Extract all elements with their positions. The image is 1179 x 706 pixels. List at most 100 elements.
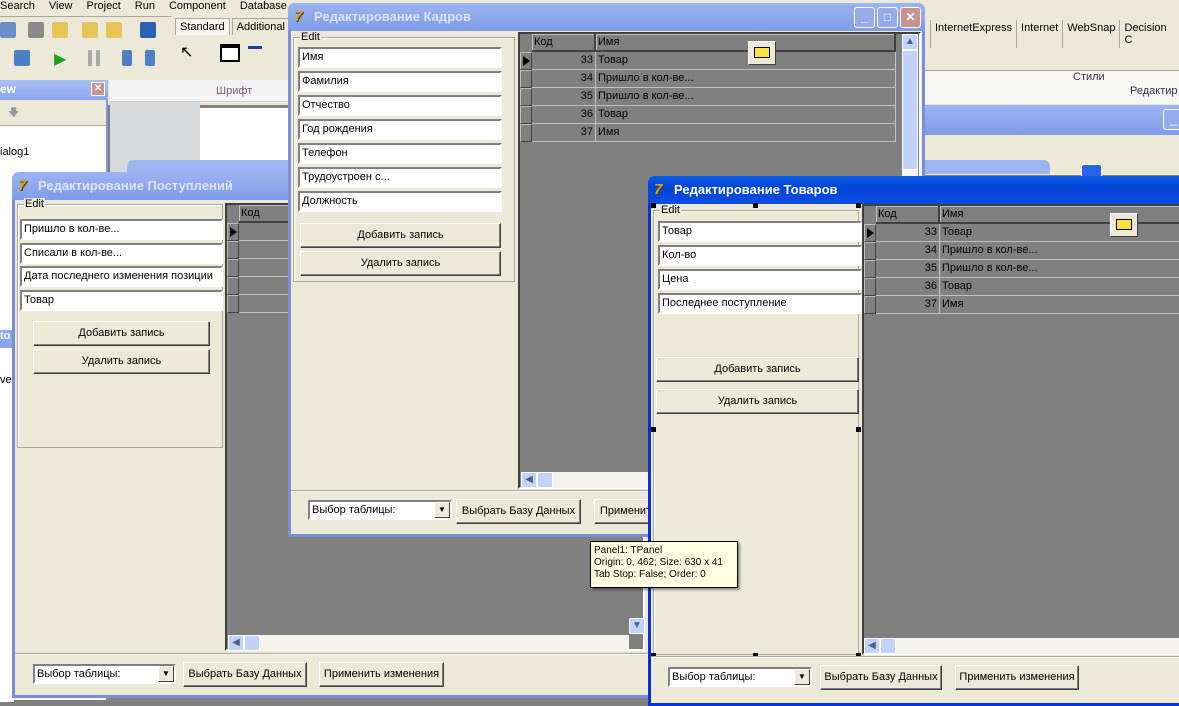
close-icon[interactable]: ✕ [91, 82, 105, 96]
menu-run[interactable]: Run [135, 0, 155, 14]
styles-label[interactable]: Стили [1073, 71, 1105, 83]
pointer-icon[interactable]: ↖ [180, 42, 193, 62]
horizontal-scrollbar[interactable]: ◀ [864, 638, 1179, 654]
tab-internetexpress[interactable]: InternetExpress [930, 20, 1016, 48]
close-button[interactable]: ✕ [900, 7, 921, 28]
table-row[interactable]: 36 Товар [520, 106, 896, 124]
add-record-button[interactable]: Добавить запись [33, 321, 210, 346]
toggle-form-icon[interactable] [14, 50, 30, 66]
edit-field[interactable]: Кол-во [658, 245, 862, 266]
delphi-logo-icon: 7 [294, 8, 303, 25]
print-icon[interactable] [28, 22, 44, 38]
menu-project[interactable]: Project [87, 0, 121, 14]
open-project-icon[interactable] [52, 22, 68, 38]
delete-record-button[interactable]: Удалить запись [33, 349, 210, 374]
chevron-down-icon[interactable]: ▼ [794, 669, 810, 685]
table-row[interactable]: 37 Имя [864, 296, 1179, 314]
menu-view[interactable]: View [49, 0, 73, 14]
add-record-button[interactable]: Добавить запись [300, 223, 501, 248]
selection-handle[interactable] [651, 203, 656, 208]
delete-record-button[interactable]: Удалить запись [300, 251, 501, 276]
table-row[interactable]: 33 Товар [520, 52, 896, 70]
column-header[interactable]: Код [532, 34, 596, 52]
selection-handle[interactable] [651, 427, 656, 432]
column-header[interactable]: Имя [596, 34, 896, 52]
edit-field[interactable]: Цена [658, 269, 862, 290]
add-record-button[interactable]: Добавить запись [656, 357, 859, 382]
edit-field[interactable]: Год рождения [298, 119, 502, 140]
selection-handle[interactable] [856, 203, 861, 208]
edit-field[interactable]: Отчество [298, 95, 502, 116]
apply-changes-button[interactable]: Применить изменения [955, 665, 1079, 690]
open-database-icon[interactable] [1110, 213, 1138, 237]
table-select-dropdown[interactable]: Выбор таблицы: ▼ [308, 500, 452, 520]
table-row[interactable]: 36 Товар [864, 278, 1179, 296]
table-row[interactable]: 37 Имя [520, 124, 896, 142]
main-menu-component-icon[interactable] [248, 46, 262, 60]
tree-item[interactable]: ialog1 [0, 146, 29, 158]
tab-websnap[interactable]: WebSnap [1062, 20, 1119, 48]
edit-field[interactable]: Трудоустроен с... [298, 167, 502, 188]
apply-changes-button[interactable]: Применить изменения [319, 662, 444, 687]
table-row[interactable]: 35 Пришло в кол-ве... [864, 260, 1179, 278]
edit-field[interactable]: Фамилия [298, 71, 502, 92]
scroll-thumb[interactable] [244, 635, 260, 651]
edit-field[interactable]: Списали в кол-ве... [20, 242, 223, 264]
delete-record-button[interactable]: Удалить запись [656, 389, 859, 414]
maximize-button[interactable]: □ [877, 7, 898, 28]
edit-field[interactable]: Телефон [298, 143, 502, 164]
table-row[interactable]: 34 Пришло в кол-ве... [864, 242, 1179, 260]
open-database-icon[interactable] [748, 41, 776, 65]
edit-field[interactable]: Последнее поступление [658, 293, 862, 314]
trace-into-icon[interactable] [122, 50, 132, 66]
data-grid[interactable]: Код Имя 33 Товар 34 Пришло в кол-ве... 35 Пришл… [862, 204, 1179, 655]
save-all-icon[interactable] [0, 22, 16, 38]
select-database-button[interactable]: Выбрать Базу Данных [456, 499, 581, 524]
menu-component[interactable]: Component [169, 0, 226, 14]
tab-additional[interactable]: Additional [231, 18, 290, 35]
table-cell: Имя [596, 124, 896, 142]
edit-field[interactable]: Пришло в кол-ве... [20, 219, 223, 240]
edit-field[interactable]: Дата последнего изменения позиции [20, 266, 223, 287]
tab-internet[interactable]: Internet [1016, 20, 1062, 48]
frame-component-icon[interactable] [220, 44, 240, 62]
minimize-button[interactable]: _ [1163, 109, 1179, 130]
remove-file-icon[interactable] [106, 22, 122, 38]
scroll-thumb[interactable] [880, 638, 896, 654]
table-select-dropdown[interactable]: Выбор таблицы: ▼ [33, 664, 176, 684]
table-select-dropdown[interactable]: Выбор таблицы: ▼ [668, 667, 812, 687]
menu-search[interactable]: Search [0, 0, 35, 14]
step-over-icon[interactable] [145, 50, 155, 66]
minimize-button[interactable]: _ [854, 7, 875, 28]
select-database-button[interactable]: Выбрать Базу Данных [183, 662, 307, 687]
selection-handle[interactable] [856, 427, 861, 432]
scroll-left-icon[interactable]: ◀ [864, 638, 880, 654]
chevron-down-icon[interactable]: ▼ [158, 666, 174, 682]
pause-icon[interactable] [88, 50, 100, 66]
chevron-down-icon[interactable]: ▼ [434, 502, 450, 518]
add-file-icon[interactable] [82, 22, 98, 38]
scroll-thumb[interactable] [537, 472, 553, 488]
scroll-down-icon[interactable]: ▼ [629, 618, 645, 634]
tab-decision[interactable]: Decision C [1119, 20, 1179, 48]
table-row[interactable]: 34 Пришло в кол-ве... [520, 70, 896, 88]
scroll-left-icon[interactable]: ◀ [521, 472, 537, 488]
scroll-left-icon[interactable]: ◀ [228, 635, 244, 651]
edit-field[interactable]: Должность [298, 191, 502, 212]
edit-field[interactable]: Товар [20, 289, 223, 311]
horizontal-scrollbar[interactable]: ◀ [228, 635, 629, 651]
edit-field[interactable]: Имя [298, 47, 502, 68]
scroll-thumb[interactable] [902, 50, 918, 170]
selection-handle[interactable] [753, 203, 758, 208]
scroll-up-icon[interactable]: ▲ [902, 34, 918, 50]
run-icon[interactable]: ▶ [54, 49, 66, 69]
edit-field[interactable]: Товар [658, 221, 862, 242]
table-row[interactable]: 35 Пришло в кол-ве... [520, 88, 896, 106]
column-header[interactable]: Код [876, 206, 940, 224]
select-database-button[interactable]: Выбрать Базу Данных [820, 665, 942, 690]
help-icon[interactable] [140, 22, 156, 38]
column-header[interactable]: Имя [940, 206, 1179, 224]
tab-standard[interactable]: Standard [175, 18, 230, 35]
menu-database[interactable]: Database [240, 0, 287, 14]
arrow-down-icon[interactable]: 🡇 [8, 104, 19, 123]
